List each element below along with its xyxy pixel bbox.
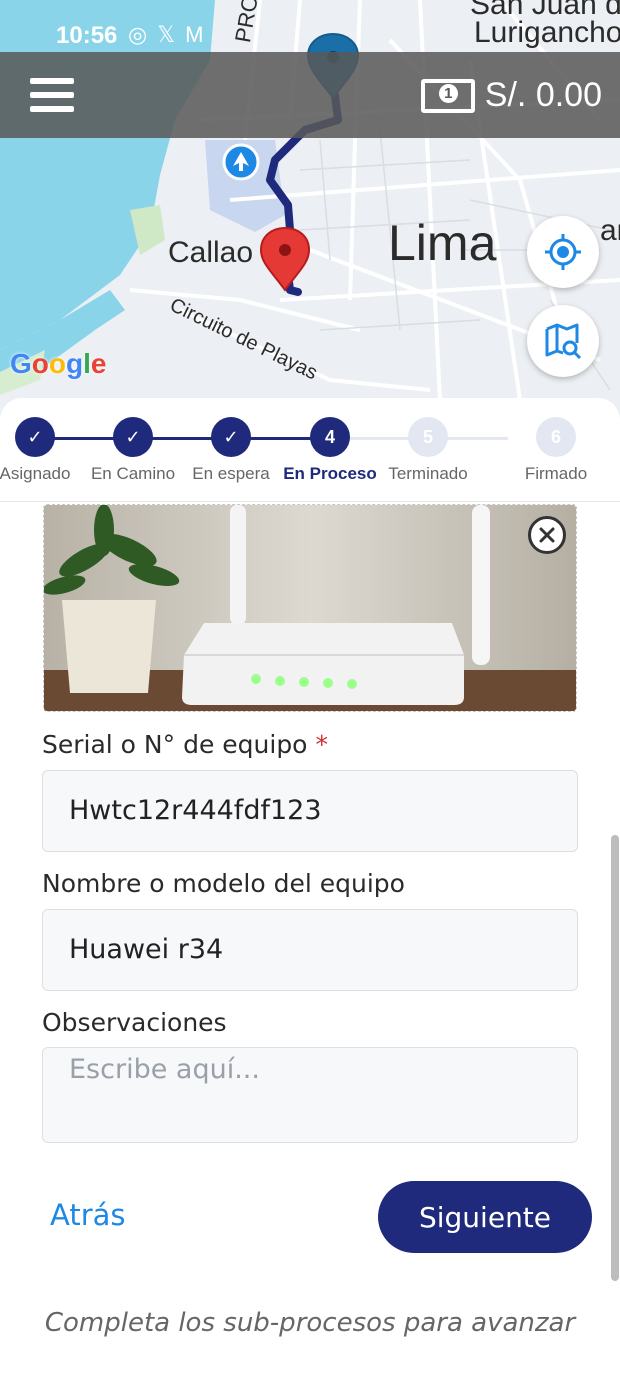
model-input[interactable]: Huawei r34	[42, 909, 578, 991]
back-button[interactable]: Atrás	[50, 1198, 126, 1232]
remove-photo-button[interactable]	[528, 516, 566, 554]
crosshair-icon	[545, 234, 581, 270]
check-icon: ✓	[113, 417, 153, 457]
check-icon: ✓	[15, 417, 55, 457]
step-label: Firmado	[524, 464, 588, 483]
router-photo-image	[44, 505, 576, 711]
step-label: Terminado	[388, 464, 468, 483]
serial-label-text: Serial o N° de equipo	[42, 730, 308, 759]
balance-display: S/. 0.00	[420, 76, 602, 115]
bottom-sheet: ✓ Asignado ✓ En Camino ✓ En espera 4 En …	[0, 398, 620, 1384]
destination-pin-icon	[259, 226, 311, 292]
serial-input[interactable]: Hwtc12r444fdf123	[42, 770, 578, 852]
menu-button[interactable]	[30, 78, 82, 114]
my-location-button[interactable]	[527, 216, 599, 288]
required-asterisk: *	[315, 730, 328, 759]
google-logo: Google	[10, 348, 107, 379]
step-firmado: 6 Firmado	[506, 398, 606, 498]
scrollbar[interactable]	[611, 835, 619, 1281]
notes-textarea[interactable]: Escribe aquí...	[42, 1047, 578, 1143]
model-label: Nombre o modelo del equipo	[42, 869, 405, 898]
close-icon	[539, 527, 555, 543]
step-number: 4	[310, 417, 350, 457]
step-terminado: 5 Terminado	[378, 398, 478, 498]
banknote-icon	[420, 78, 475, 113]
step-en-proceso: 4 En Proceso	[280, 398, 380, 498]
map-label-edge: an	[600, 214, 620, 247]
status-notification-icons: ◎ 𝕏 M	[128, 22, 206, 47]
step-number: 6	[536, 417, 576, 457]
status-time: 10:56	[56, 22, 118, 49]
equipment-photo	[43, 504, 577, 712]
step-number: 5	[408, 417, 448, 457]
map-search-icon	[545, 323, 582, 360]
map-label-callao: Callao	[168, 236, 254, 269]
hamburger-icon	[30, 78, 82, 112]
step-en-camino: ✓ En Camino	[83, 398, 183, 498]
app-bar: S/. 0.00	[0, 52, 620, 138]
progress-stepper: ✓ Asignado ✓ En Camino ✓ En espera 4 En …	[0, 398, 620, 502]
serial-label: Serial o N° de equipo *	[42, 730, 328, 759]
map-search-button[interactable]	[527, 305, 599, 377]
check-icon: ✓	[211, 417, 251, 457]
map-label-lima: Lima	[388, 215, 497, 271]
balance-value: S/. 0.00	[484, 76, 602, 114]
next-button[interactable]: Siguiente	[378, 1181, 592, 1253]
step-en-espera: ✓ En espera	[181, 398, 281, 498]
footer-hint: Completa los sub-procesos para avanzar	[44, 1308, 576, 1338]
notes-label: Observaciones	[42, 1008, 227, 1037]
